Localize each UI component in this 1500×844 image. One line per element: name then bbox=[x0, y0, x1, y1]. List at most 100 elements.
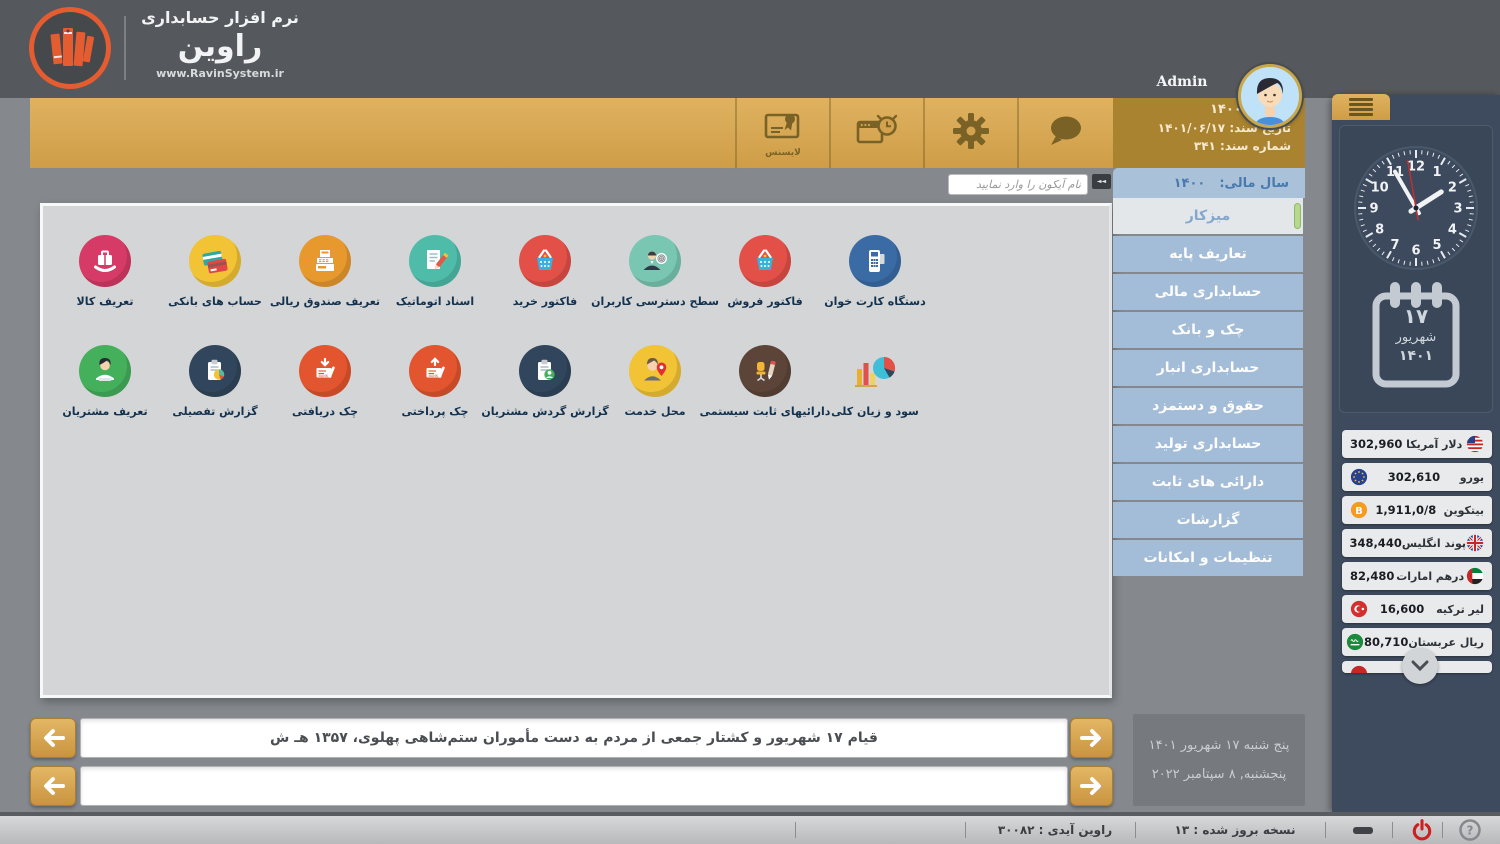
power-button[interactable] bbox=[1402, 816, 1442, 844]
uae-flag-icon bbox=[1466, 567, 1484, 585]
ticker2-prev-button[interactable] bbox=[30, 766, 76, 806]
menu-item-8[interactable]: گزارشات bbox=[1113, 502, 1303, 538]
toolbar: لایسنس bbox=[735, 98, 1111, 168]
bank-cards-icon bbox=[189, 235, 241, 287]
currency-name: ریال عربستان bbox=[1408, 636, 1484, 649]
desktop-shortcut-label: دستگاه کارت خوان bbox=[824, 295, 926, 308]
profit-loss-icon bbox=[849, 345, 901, 397]
menu-item-6[interactable]: حسابداری تولید bbox=[1113, 426, 1303, 462]
customers-icon bbox=[79, 345, 131, 397]
svg-text:4: 4 bbox=[1448, 223, 1457, 238]
toolbar-settings-gear-button[interactable] bbox=[923, 98, 1017, 168]
currency-rate-row[interactable]: دلار آمریکا302,960 bbox=[1342, 430, 1492, 458]
bitcoin-icon: B bbox=[1350, 501, 1368, 519]
calendar-widget: ۱۷ شهریور ۱۴۰۱ bbox=[1370, 280, 1462, 392]
menu-item-4[interactable]: حسابداری انبار bbox=[1113, 350, 1303, 386]
desktop-shortcut[interactable]: تعریف صندوق ریالی bbox=[270, 235, 380, 308]
menu-item-3[interactable]: چک و بانک bbox=[1113, 312, 1303, 348]
desktop-shortcut[interactable]: سود و زیان کلی bbox=[820, 345, 930, 418]
goods-icon bbox=[79, 235, 131, 287]
desktop-shortcut[interactable]: دستگاه کارت خوان bbox=[820, 235, 930, 308]
left-arrow-icon bbox=[41, 728, 65, 748]
menu-item-2[interactable]: حسابداری مالی bbox=[1113, 274, 1303, 310]
svg-text:2: 2 bbox=[1448, 181, 1457, 196]
minimize-icon bbox=[1353, 827, 1373, 834]
toolbar-chat-button[interactable] bbox=[1017, 98, 1111, 168]
desktop-shortcut-label: حساب های بانکی bbox=[168, 295, 262, 308]
received-check-icon: BANK bbox=[299, 345, 351, 397]
fiscal-year-value: ۱۴۰۰ bbox=[1174, 176, 1206, 191]
hamburger-icon bbox=[1349, 96, 1373, 119]
desktop-shortcut[interactable]: فاکتور فروش bbox=[710, 235, 820, 308]
document-date-value: ۱۴۰۱/۰۶/۱۷ bbox=[1158, 121, 1225, 135]
auto-docs-icon bbox=[409, 235, 461, 287]
menu-item-9[interactable]: تنظیمات و امکانات bbox=[1113, 540, 1303, 576]
chevron-down-icon bbox=[1411, 660, 1429, 672]
currency-name: لیر ترکیه bbox=[1436, 603, 1484, 616]
user-access-icon bbox=[629, 235, 681, 287]
app-tagline: نرم افزار حسابداری bbox=[130, 8, 310, 27]
currency-value: 16,600 bbox=[1380, 602, 1424, 616]
service-location-icon bbox=[629, 345, 681, 397]
settings-gear-icon bbox=[951, 111, 991, 155]
jalali-date: پنج شنبه ۱۷ شهریور ۱۴۰۱ bbox=[1149, 738, 1290, 753]
toolbar-license-button[interactable]: لایسنس bbox=[735, 98, 829, 168]
document-number-value: ۳۴۱ bbox=[1194, 139, 1216, 153]
currency-rate-row[interactable]: بیتکوین1,911,0/8B bbox=[1342, 496, 1492, 524]
desktop-shortcut[interactable]: اسناد اتوماتیک bbox=[380, 235, 490, 308]
desktop-shortcut[interactable]: تعریف مشتریان bbox=[50, 345, 160, 418]
user-avatar[interactable] bbox=[1238, 64, 1302, 128]
calendar-year: ۱۴۰۱ bbox=[1370, 348, 1462, 364]
ravin-id-status: راوین آیدی : ۳۰۰۸۲ bbox=[985, 816, 1125, 844]
svg-text:9: 9 bbox=[1369, 202, 1378, 217]
svg-text:8: 8 bbox=[1375, 223, 1384, 238]
help-icon: ? bbox=[1459, 819, 1481, 841]
saudi-flag-icon bbox=[1346, 633, 1364, 651]
toolbar-button-label: لایسنس bbox=[765, 148, 801, 158]
desktop-shortcut[interactable]: BANKچک پرداختی bbox=[380, 345, 490, 418]
currency-rate-row[interactable]: پوند انگلیس348,440 bbox=[1342, 529, 1492, 557]
widget-panel-menu-button[interactable] bbox=[1332, 94, 1390, 120]
menu-item-label: حسابداری مالی bbox=[1155, 284, 1262, 300]
desktop-shortcut[interactable]: تعریف کالا bbox=[50, 235, 160, 308]
toolbar-reminder-button[interactable] bbox=[829, 98, 923, 168]
currency-rate-row[interactable]: لیر ترکیه 16,600 bbox=[1342, 595, 1492, 623]
desktop-shortcut[interactable]: سطح دسترسی کاربران bbox=[600, 235, 710, 308]
currency-name: پوند انگلیس bbox=[1402, 537, 1466, 550]
reminder-icon bbox=[855, 113, 899, 153]
minimize-control[interactable] bbox=[1345, 816, 1381, 844]
help-button[interactable]: ? bbox=[1450, 816, 1490, 844]
icon-search-input[interactable] bbox=[948, 174, 1088, 195]
ticker1-next-button[interactable] bbox=[1070, 718, 1113, 758]
desktop-shortcut[interactable]: محل خدمت bbox=[600, 345, 710, 418]
menu-item-0[interactable]: میزکار bbox=[1113, 198, 1303, 234]
svg-text:BANK: BANK bbox=[319, 374, 329, 378]
ticker1-prev-button[interactable] bbox=[30, 718, 76, 758]
svg-text:BANK: BANK bbox=[429, 374, 439, 378]
scroll-down-button[interactable] bbox=[1402, 648, 1438, 684]
eu-flag-icon bbox=[1350, 468, 1368, 486]
desktop-shortcut[interactable]: BANKچک دریافتی bbox=[270, 345, 380, 418]
desktop-shortcut[interactable]: گزارش تفصیلی bbox=[160, 345, 270, 418]
cash-register-icon bbox=[299, 235, 351, 287]
desktop-shortcut[interactable]: گزارش گردش مشتریان bbox=[490, 345, 600, 418]
menu-item-label: دارائی های ثابت bbox=[1152, 474, 1264, 490]
currency-rate-row[interactable]: یورو302,610 bbox=[1342, 463, 1492, 491]
ticker2-next-button[interactable] bbox=[1070, 766, 1113, 806]
status-bar: راوین آیدی : ۳۰۰۸۲ نسخه بروز شده : ۱۳ ? bbox=[0, 812, 1500, 844]
desktop-shortcut[interactable]: حساب های بانکی bbox=[160, 235, 270, 308]
currency-name: درهم امارات bbox=[1396, 570, 1464, 583]
sales-basket-icon bbox=[739, 235, 791, 287]
license-icon bbox=[763, 109, 803, 147]
menu-item-1[interactable]: تعاریف پایه bbox=[1113, 236, 1303, 272]
menu-item-label: حسابداری تولید bbox=[1155, 436, 1262, 452]
desktop-shortcut[interactable]: فاکتور خرید bbox=[490, 235, 600, 308]
desktop-icon-row: تعریف کالا حساب های بانکی تعریف صندوق ریال… bbox=[50, 235, 930, 308]
news-ticker-1: قیام ۱۷ شهریور و کشتار جمعی از مردم به د… bbox=[80, 718, 1068, 758]
menu-item-5[interactable]: حقوق و دستمزد bbox=[1113, 388, 1303, 424]
collapse-panel-button[interactable]: ◄◄ bbox=[1092, 174, 1111, 189]
desktop-shortcut[interactable]: دارائیهای ثابت سیستمی bbox=[710, 345, 820, 418]
menu-item-7[interactable]: دارائی های ثابت bbox=[1113, 464, 1303, 500]
menu-item-label: تعاریف پایه bbox=[1169, 246, 1247, 262]
currency-rate-row[interactable]: درهم امارات82,480 bbox=[1342, 562, 1492, 590]
